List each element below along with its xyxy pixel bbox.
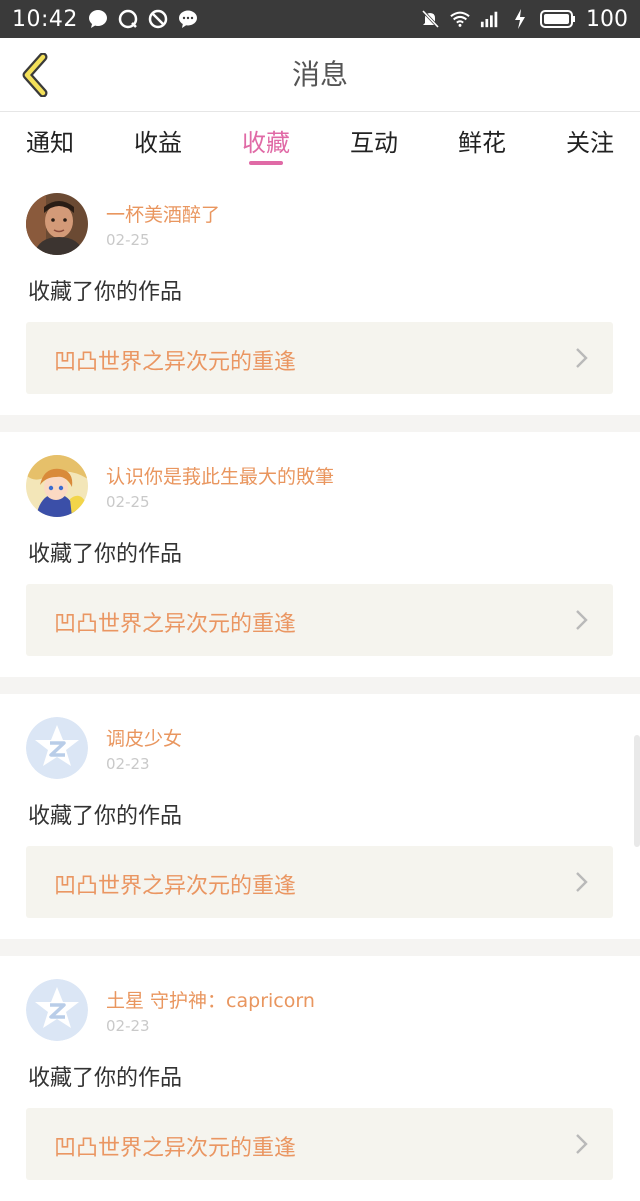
chevron-right-icon xyxy=(576,610,588,630)
tab-notice[interactable]: 通知 xyxy=(10,123,90,158)
tab-interaction[interactable]: 互动 xyxy=(334,123,414,158)
qq-icon xyxy=(118,9,138,29)
page-title: 消息 xyxy=(291,58,348,91)
user-name[interactable]: 一杯美酒醉了 xyxy=(106,200,220,227)
chevron-right-icon xyxy=(576,1134,588,1154)
list-item: 认识你是莪此生最大的敗筆 02-25 收藏了你的作品 凹凸世界之异次元的重逢 xyxy=(0,432,640,677)
chevron-right-icon xyxy=(576,872,588,892)
nav-bar: 消息 xyxy=(0,38,640,112)
user-name[interactable]: 调皮少女 xyxy=(106,724,182,751)
user-name[interactable]: 认识你是莪此生最大的敗筆 xyxy=(106,462,334,489)
work-title: 凹凸世界之异次元的重逢 xyxy=(54,1136,297,1161)
back-button[interactable] xyxy=(14,52,54,98)
action-text: 收藏了你的作品 xyxy=(28,280,183,305)
work-link[interactable]: 凹凸世界之异次元的重逢 xyxy=(26,1108,613,1180)
avatar[interactable] xyxy=(26,193,88,255)
work-title: 凹凸世界之异次元的重逢 xyxy=(54,350,297,375)
tab-favorites[interactable]: 收藏 xyxy=(226,123,306,158)
battery-icon xyxy=(540,9,576,29)
avatar[interactable] xyxy=(26,717,88,779)
action-text: 收藏了你的作品 xyxy=(28,1066,183,1091)
message-icon xyxy=(178,9,198,29)
battery-level: 100 xyxy=(586,6,628,32)
chat-bubble-icon xyxy=(88,9,108,29)
tab-earnings[interactable]: 收益 xyxy=(118,123,198,158)
work-title: 凹凸世界之异次元的重逢 xyxy=(54,612,297,637)
action-text: 收藏了你的作品 xyxy=(28,804,183,829)
action-text: 收藏了你的作品 xyxy=(28,542,183,567)
wifi-icon xyxy=(450,9,470,29)
mute-icon xyxy=(420,9,440,29)
avatar[interactable] xyxy=(26,455,88,517)
user-name[interactable]: 土星 守护神：capricorn xyxy=(106,986,315,1013)
signal-icon xyxy=(480,9,500,29)
tab-follow[interactable]: 关注 xyxy=(550,123,630,158)
status-bar: 10:42 100 xyxy=(0,0,640,38)
work-title: 凹凸世界之异次元的重逢 xyxy=(54,874,297,899)
list-item: 土星 守护神：capricorn 02-23 收藏了你的作品 凹凸世界之异次元的… xyxy=(0,956,640,1201)
list-item: 一杯美酒醉了 02-25 收藏了你的作品 凹凸世界之异次元的重逢 xyxy=(0,170,640,415)
charging-icon xyxy=(510,9,530,29)
chevron-left-icon xyxy=(22,53,48,97)
list-item: 调皮少女 02-23 收藏了你的作品 凹凸世界之异次元的重逢 xyxy=(0,694,640,939)
item-date: 02-25 xyxy=(106,493,150,511)
work-link[interactable]: 凹凸世界之异次元的重逢 xyxy=(26,322,613,394)
item-date: 02-23 xyxy=(106,755,150,773)
work-link[interactable]: 凹凸世界之异次元的重逢 xyxy=(26,846,613,918)
work-link[interactable]: 凹凸世界之异次元的重逢 xyxy=(26,584,613,656)
item-date: 02-23 xyxy=(106,1017,150,1035)
item-date: 02-25 xyxy=(106,231,150,249)
avatar[interactable] xyxy=(26,979,88,1041)
status-time: 10:42 xyxy=(12,6,78,32)
divider xyxy=(0,415,640,432)
divider xyxy=(0,677,640,694)
chevron-right-icon xyxy=(576,348,588,368)
divider xyxy=(0,939,640,956)
block-icon xyxy=(148,9,168,29)
favorites-list: 一杯美酒醉了 02-25 收藏了你的作品 凹凸世界之异次元的重逢 认识你是莪此生… xyxy=(0,170,640,1201)
scrollbar[interactable] xyxy=(634,735,640,847)
active-tab-indicator xyxy=(249,161,283,165)
message-tabs: 通知 收益 收藏 互动 鲜花 关注 xyxy=(0,113,640,169)
tab-flowers[interactable]: 鲜花 xyxy=(442,123,522,158)
